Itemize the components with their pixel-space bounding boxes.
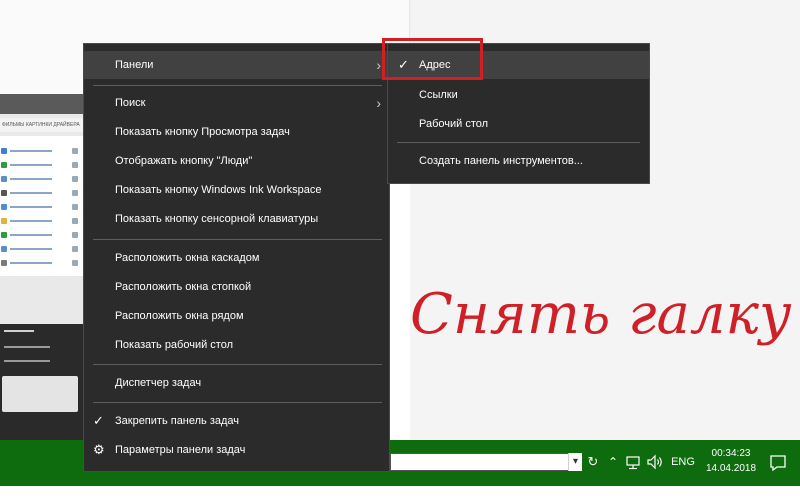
menu-item-label: Расположить окна каскадом — [115, 252, 260, 264]
menu-item-label: Отображать кнопку "Люди" — [115, 155, 253, 167]
thumbnail-row — [0, 202, 84, 212]
thumbnail-row — [0, 188, 84, 198]
menu-item-show-ink-workspace-button[interactable]: Показать кнопку Windows Ink Workspace — [84, 176, 389, 204]
menu-separator — [93, 85, 382, 86]
address-toolbar-input[interactable] — [390, 453, 580, 471]
page-bottom-strip — [0, 486, 800, 496]
notification-icon[interactable] — [766, 452, 790, 474]
chevron-up-icon[interactable]: ⌃ — [604, 452, 622, 472]
menu-item-task-manager[interactable]: Диспетчер задач — [84, 369, 389, 397]
menu-item-show-desktop[interactable]: Показать рабочий стол — [84, 331, 389, 359]
submenu-item-label: Создать панель инструментов... — [419, 155, 583, 167]
menu-item-taskbar-settings[interactable]: ⚙ Параметры панели задач — [84, 436, 389, 464]
thumbnail-row — [0, 258, 84, 268]
menu-item-label: Расположить окна рядом — [115, 310, 244, 322]
chevron-right-icon: › — [376, 57, 381, 73]
menu-item-side-by-side-windows[interactable]: Расположить окна рядом — [84, 302, 389, 330]
menu-item-label: Показать рабочий стол — [115, 339, 234, 351]
thumbnail-row — [0, 174, 84, 184]
network-icon[interactable] — [624, 452, 642, 472]
menu-item-search[interactable]: Поиск › — [84, 89, 389, 117]
background-screenshot-thumbnail: ФИЛЬМЫ КАРТИНКИ ДРАЙВЕРА — [0, 94, 84, 446]
thumbnail-row — [0, 230, 84, 240]
gear-icon: ⚙ — [93, 442, 105, 457]
submenu-item-label: Рабочий стол — [419, 118, 489, 130]
menu-item-label: Закрепить панель задач — [115, 415, 240, 427]
chevron-right-icon: › — [376, 95, 381, 111]
menu-item-label: Показать кнопку Windows Ink Workspace — [115, 184, 322, 196]
thumbnail-row — [0, 146, 84, 156]
menu-item-label: Показать кнопку сенсорной клавиатуры — [115, 213, 319, 225]
clock-time: 00:34:23 — [711, 448, 751, 459]
chevron-down-icon[interactable]: ▾ — [568, 453, 582, 471]
refresh-icon[interactable]: ↻ — [585, 452, 601, 472]
menu-item-show-task-view-button[interactable]: Показать кнопку Просмотра задач — [84, 118, 389, 146]
menu-item-show-touch-keyboard-button[interactable]: Показать кнопку сенсорной клавиатуры — [84, 205, 389, 233]
menu-separator — [93, 239, 382, 240]
menu-separator — [93, 402, 382, 403]
submenu-item-label: Ссылки — [419, 89, 458, 101]
thumbnail-tabs: ФИЛЬМЫ КАРТИНКИ ДРАЙВЕРА — [0, 118, 84, 132]
menu-item-lock-taskbar[interactable]: ✓ Закрепить панель задач — [84, 407, 389, 435]
submenu-item-links[interactable]: Ссылки — [388, 81, 649, 109]
thumbnail-titlebar — [0, 94, 84, 114]
thumbnail-dark-panel — [0, 324, 84, 444]
taskbar-clock[interactable]: 00:34:23 14.04.2018 — [702, 444, 760, 482]
language-indicator[interactable]: ENG — [668, 452, 698, 472]
annotation-text: Снять галку — [410, 282, 792, 347]
menu-item-label: Показать кнопку Просмотра задач — [115, 126, 290, 138]
submenu-item-desktop[interactable]: Рабочий стол — [388, 110, 649, 138]
menu-item-stack-windows[interactable]: Расположить окна стопкой — [84, 273, 389, 301]
thumbnail-row — [0, 244, 84, 254]
menu-item-label: Панели — [115, 59, 154, 71]
taskbar-context-menu: Панели › Поиск › Показать кнопку Просмот… — [83, 43, 390, 472]
submenu-item-new-toolbar[interactable]: Создать панель инструментов... — [388, 147, 649, 175]
menu-separator — [93, 364, 382, 365]
volume-icon[interactable] — [645, 452, 665, 472]
menu-item-label: Параметры панели задач — [115, 444, 246, 456]
menu-item-panels[interactable]: Панели › — [84, 51, 389, 79]
menu-item-show-people-button[interactable]: Отображать кнопку "Люди" — [84, 147, 389, 175]
menu-item-label: Расположить окна стопкой — [115, 281, 252, 293]
menu-item-label: Диспетчер задач — [115, 377, 202, 389]
checkmark-icon: ✓ — [93, 413, 104, 428]
menu-separator — [397, 142, 640, 143]
clock-date: 14.04.2018 — [705, 463, 757, 474]
thumbnail-row — [0, 160, 84, 170]
menu-item-label: Поиск — [115, 97, 146, 109]
menu-item-cascade-windows[interactable]: Расположить окна каскадом — [84, 244, 389, 272]
thumbnail-row — [0, 216, 84, 226]
highlight-box — [382, 38, 483, 80]
thumbnail-panel — [0, 136, 84, 276]
